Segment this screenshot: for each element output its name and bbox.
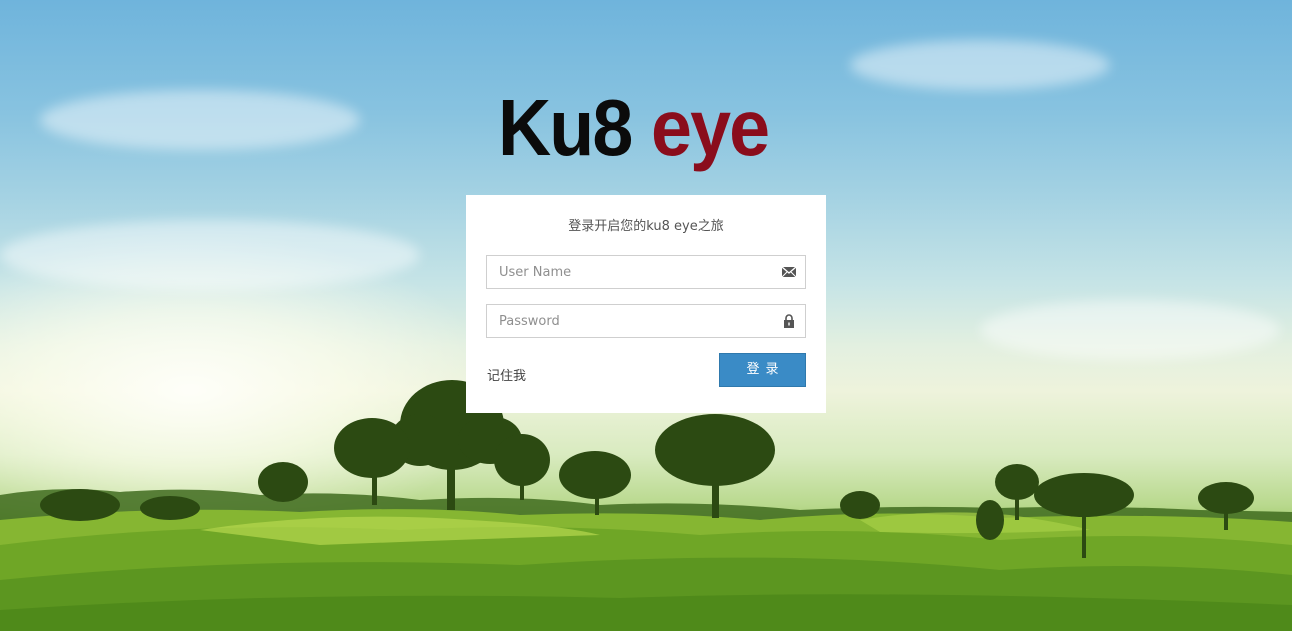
login-page: Ku8 eye 登录开启您的ku8 eye之旅 User Name 记住我 登录 <box>0 0 1292 631</box>
password-field-wrapper <box>486 304 806 338</box>
brand-logo: Ku8 eye <box>498 78 798 178</box>
username-field-wrapper <box>486 255 806 289</box>
login-button[interactable]: 登录 <box>719 353 806 387</box>
lock-icon <box>781 313 797 329</box>
remember-me-checkbox[interactable]: 记住我 <box>487 365 526 384</box>
brand-logo-part2: eye <box>651 83 770 172</box>
login-title: 登录开启您的ku8 eye之旅 <box>568 219 724 234</box>
username-input[interactable] <box>487 256 805 288</box>
password-input[interactable] <box>487 305 805 337</box>
brand-logo-part1: Ku8 <box>498 83 633 172</box>
login-card: 登录开启您的ku8 eye之旅 记住我 登录 <box>466 195 826 413</box>
envelope-icon <box>781 264 797 280</box>
